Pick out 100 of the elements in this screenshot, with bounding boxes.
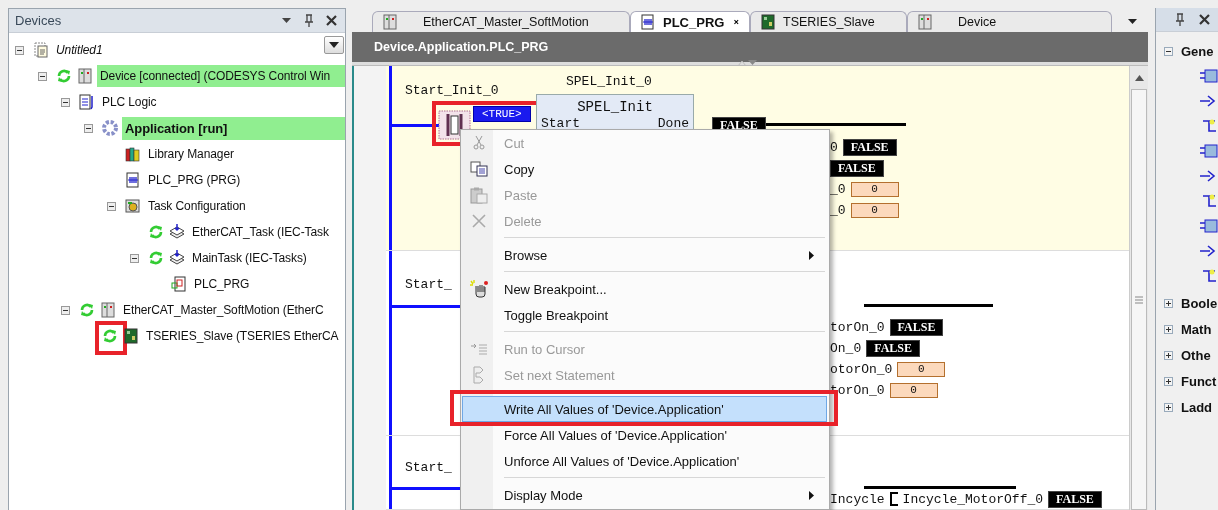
tree-item[interactable]: EtherCAT_Master_SoftMotion (EtherC [120,299,345,321]
tree-item[interactable]: EtherCAT_Task (IEC-Task [189,221,345,243]
pin-icon[interactable] [1175,13,1185,26]
tree-item[interactable]: TSERIES_Slave (TSERIES EtherCA [143,325,345,347]
collapse-toggle[interactable] [107,201,116,211]
tree-item[interactable]: PLC Logic [99,91,345,113]
scissors-icon [472,135,485,151]
value-field[interactable]: 0 [850,202,899,218]
collapse-toggle[interactable] [130,253,139,263]
editor-tab[interactable]: TSERIES_Slave [750,11,907,32]
value-badge: FALSE [830,159,884,177]
program-icon [124,171,142,189]
input-pin: Start [541,116,580,131]
editor-tab[interactable]: EtherCAT_Master_SoftMotion [372,11,630,32]
task-config-icon [124,197,142,215]
expand-toggle[interactable] [1164,298,1173,308]
pin-label: Incycle [830,491,885,507]
dropdown-icon[interactable] [1127,18,1138,25]
grip-icon [1135,295,1143,304]
toolbox-group[interactable]: Ladd [1181,399,1213,415]
variable-name: On_0 [830,340,862,356]
program-icon [639,13,657,31]
copy-icon [469,161,488,177]
ladder-element-icon[interactable] [1200,68,1218,84]
ladder-element-icon[interactable] [1200,93,1218,109]
tree-item[interactable]: Task Configuration [145,195,345,217]
ladder-element-icon[interactable] [1200,118,1218,134]
device-icon [916,13,934,31]
ladder-element-icon[interactable] [1200,268,1218,284]
books-icon [124,145,142,163]
expand-toggle[interactable] [1164,350,1173,360]
collapse-arrows-icon[interactable] [736,60,758,66]
collapse-toggle[interactable] [15,45,24,55]
stack-icon [168,249,186,267]
ladder-element-icon[interactable] [1200,193,1218,209]
value-badge: <TRUE> [473,106,531,122]
tree-item[interactable]: Device [connected] (CODESYS Control Win [97,65,345,87]
tree-item[interactable]: Untitled1 [53,39,345,61]
ladder-element-icon[interactable] [1200,143,1218,159]
expand-toggle[interactable] [1164,324,1173,334]
variable-name: Incycle_MotorOff_0 [902,491,1044,507]
toolbox-group[interactable]: Gene [1181,43,1214,59]
collapse-toggle[interactable] [38,71,47,81]
value-field[interactable]: 0 [889,382,938,398]
tree-item[interactable]: MainTask (IEC-Tasks) [189,247,345,269]
collapse-toggle[interactable] [84,123,93,133]
value-field[interactable]: 0 [850,181,899,197]
output-pin: Done [657,116,689,131]
refresh-icon [55,67,73,85]
tree-item[interactable]: Application [run] [122,116,345,140]
toolbox-group[interactable]: Math [1181,321,1212,337]
menu-item[interactable]: Force All Values of 'Device.Application' [462,422,827,448]
ladder-element-icon[interactable] [1200,218,1218,234]
value-field[interactable]: 0 [897,361,946,377]
contact-label: Start_ [405,277,452,292]
circuit-board-icon [122,327,140,345]
clipboard-icon [469,186,488,204]
dropdown-icon[interactable] [281,17,292,24]
variable-name: 0 [830,139,838,155]
menu-item[interactable]: Display Mode [462,482,827,508]
variable-name: _0 [830,202,846,218]
menu-item[interactable]: Browse [462,242,827,268]
ladder-element-icon[interactable] [1200,243,1218,259]
toolbox-group[interactable]: Othe [1181,347,1211,363]
refresh-icon [101,327,119,345]
close-icon[interactable] [1199,14,1210,25]
close-icon[interactable] [326,15,337,26]
menu-item[interactable]: Write All Values of 'Device.Application' [462,396,827,422]
refresh-icon [78,301,96,319]
menu-item[interactable]: Toggle Breakpoint [462,302,827,328]
document-icon [78,93,96,111]
expand-toggle[interactable] [1164,402,1173,412]
menu-item[interactable]: Unforce All Values of 'Device.Application' [462,448,827,474]
pin-icon[interactable] [304,14,314,27]
dropdown-button[interactable] [324,36,344,54]
run-to-cursor-icon [469,343,488,355]
editor-tab[interactable]: PLC_PRG [630,11,750,32]
collapse-toggle[interactable] [61,305,70,315]
menu-item[interactable]: New Breakpoint... [462,276,827,302]
menu-item[interactable]: Copy [462,156,827,182]
variable-name: torOn_0 [830,319,885,335]
toolbox-group[interactable]: Funct [1181,373,1217,389]
project-icon [32,41,50,59]
circuit-board-icon [759,13,777,31]
delete-icon [471,214,486,228]
tree-item[interactable]: PLC_PRG (PRG) [145,169,345,191]
collapse-toggle[interactable] [61,97,70,107]
value-badge: FALSE [842,138,897,156]
ladder-element-icon[interactable] [1200,168,1218,184]
scrollbar[interactable] [1129,66,1148,510]
expand-toggle[interactable] [1164,376,1173,386]
tree-item[interactable]: PLC_PRG [191,273,345,295]
scroll-up-icon[interactable] [1134,75,1144,81]
toolbox-group[interactable]: Boole [1181,295,1218,311]
caret-icon [329,42,339,48]
collapse-toggle[interactable] [1164,46,1173,56]
tree-item[interactable]: Library Manager [145,143,345,165]
editor-tab[interactable]: Device [907,11,1112,32]
close-icon[interactable] [734,17,739,27]
value-badge: FALSE [1048,490,1102,508]
